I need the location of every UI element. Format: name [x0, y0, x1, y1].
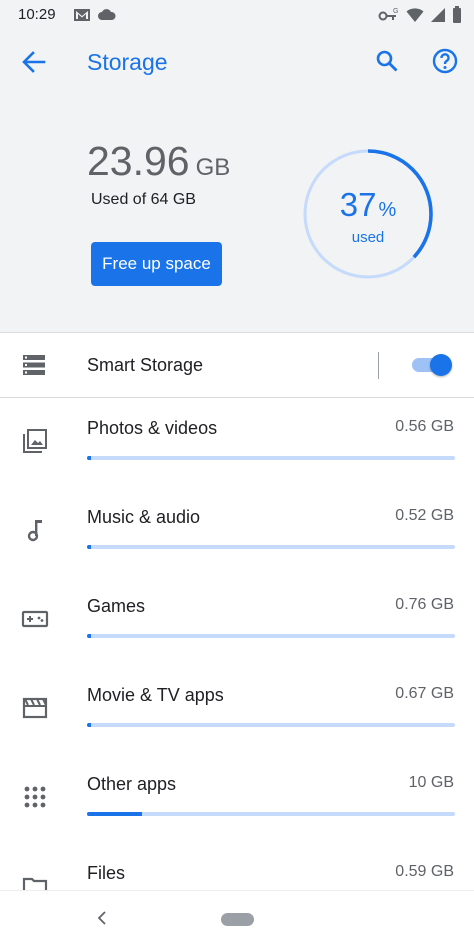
category-size: 0.67 GB	[395, 685, 454, 702]
smart-storage-row[interactable]: Smart Storage	[0, 333, 474, 397]
category-usage-bar	[87, 634, 455, 638]
help-icon	[432, 48, 458, 79]
category-usage-fill	[87, 634, 91, 638]
cloud-icon	[97, 7, 117, 28]
category-usage-fill	[87, 545, 91, 549]
nav-back-button[interactable]	[92, 909, 112, 931]
arrow-back-icon	[22, 50, 46, 78]
category-usage-bar	[87, 456, 455, 460]
used-amount: 23.96 GB	[87, 138, 230, 185]
category-usage-bar	[87, 723, 455, 727]
wifi-icon	[406, 7, 424, 28]
toggle-separator	[378, 352, 379, 379]
signal-icon	[430, 7, 446, 28]
category-size: 0.76 GB	[395, 596, 454, 613]
movie-icon	[21, 694, 49, 722]
usage-percent: 37%	[302, 186, 434, 224]
category-label: Files	[87, 863, 126, 883]
category-size: 0.59 GB	[395, 863, 454, 880]
used-of-total: Used of 64 GB	[91, 191, 196, 208]
category-row-photos[interactable]: Photos & videos 0.56 GB	[0, 398, 474, 487]
svg-text:G: G	[393, 8, 398, 15]
usage-percent-sign: %	[378, 199, 397, 221]
used-value: 23.96	[87, 138, 190, 184]
search-button[interactable]	[370, 46, 404, 80]
search-icon	[375, 49, 399, 78]
category-size: 0.52 GB	[395, 507, 454, 524]
category-label: Other apps	[87, 774, 177, 794]
status-bar: 10:29 G	[0, 0, 474, 30]
vpn-key-icon: G	[378, 7, 400, 28]
usage-caption: used	[351, 229, 385, 246]
smart-storage-label: Smart Storage	[87, 355, 204, 375]
category-row-movies[interactable]: Movie & TV apps 0.67 GB	[0, 665, 474, 754]
chevron-left-icon	[97, 910, 107, 930]
category-row-files[interactable]: Files 0.59 GB	[0, 843, 474, 897]
gamepad-icon	[21, 605, 49, 633]
back-button[interactable]	[14, 46, 54, 82]
category-usage-fill	[87, 456, 91, 460]
page-title: Storage	[87, 49, 168, 75]
category-label: Music & audio	[87, 507, 201, 527]
system-nav-bar	[0, 890, 474, 948]
toggle-thumb	[430, 354, 452, 376]
category-label: Movie & TV apps	[87, 685, 224, 705]
category-usage-bar	[87, 545, 455, 549]
nav-home-pill[interactable]	[221, 913, 254, 926]
photo-library-icon	[21, 427, 49, 455]
category-label: Games	[87, 596, 146, 616]
category-row-music[interactable]: Music & audio 0.52 GB	[0, 487, 474, 576]
category-usage-fill	[87, 812, 143, 816]
category-usage-bar	[87, 812, 455, 816]
used-unit: GB	[195, 154, 231, 181]
category-label: Photos & videos	[87, 418, 218, 438]
gmail-icon	[73, 7, 91, 28]
free-up-space-button[interactable]: Free up space	[91, 242, 222, 286]
smart-storage-toggle[interactable]	[410, 353, 452, 377]
usage-percent-value: 37	[339, 186, 377, 223]
apps-grid-icon	[21, 783, 49, 811]
music-note-icon	[21, 516, 49, 544]
category-row-games[interactable]: Games 0.76 GB	[0, 576, 474, 665]
category-size: 0.56 GB	[395, 418, 454, 435]
battery-icon	[452, 6, 462, 29]
category-size: 10 GB	[408, 774, 454, 791]
category-usage-fill	[87, 723, 91, 727]
storage-list-icon	[22, 354, 46, 381]
help-button[interactable]	[428, 46, 462, 80]
status-time: 10:29	[18, 6, 56, 23]
category-row-other-apps[interactable]: Other apps 10 GB	[0, 754, 474, 843]
